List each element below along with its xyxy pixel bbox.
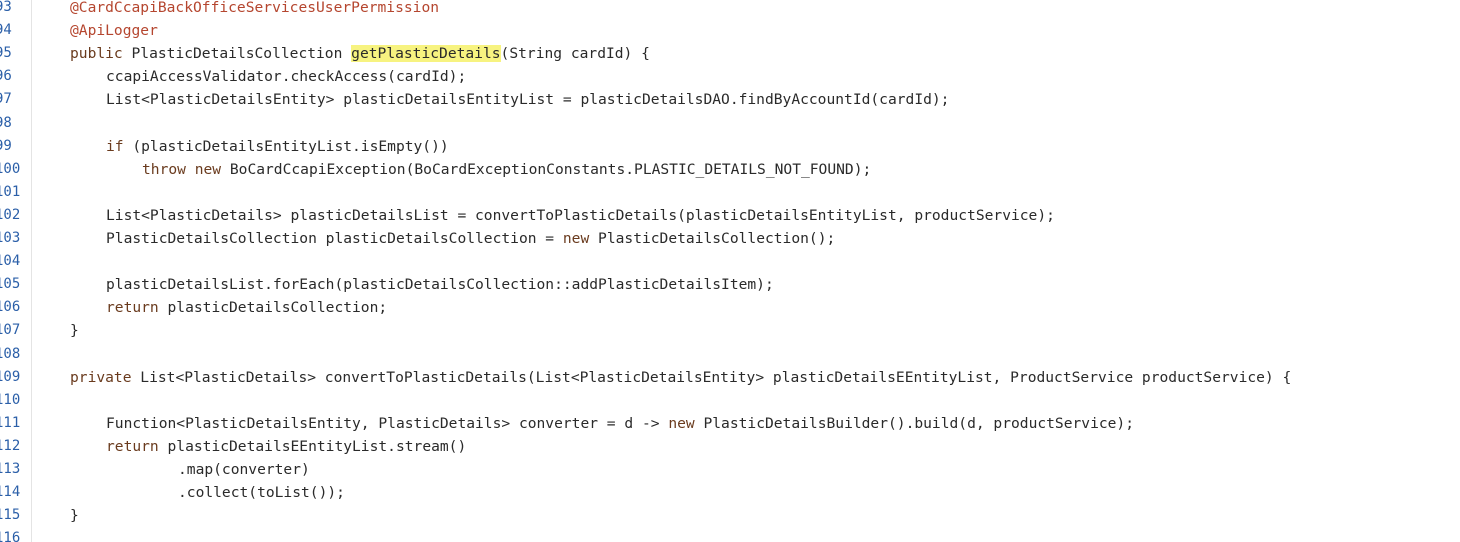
line-number-text: 106 — [0, 299, 21, 316]
code-line[interactable]: plasticDetailsList.forEach(plasticDetail… — [106, 273, 774, 296]
code-token: plasticDetailsCollection; — [167, 299, 388, 317]
line-number: 102 — [0, 204, 31, 227]
line-number: 99 — [0, 135, 31, 158]
code-token: new — [562, 230, 599, 247]
line-number: 95 — [0, 42, 31, 65]
code-line[interactable]: .collect(toList()); — [178, 481, 345, 504]
line-number-text: 116 — [0, 530, 21, 542]
code-token: new — [668, 414, 704, 432]
code-line[interactable]: return plasticDetailsCollection; — [106, 296, 387, 319]
line-number: 101 — [0, 181, 31, 204]
code-editor[interactable]: 93 94 95 96 97 98 99 100 101 102 103 104 105 106 107 10… — [0, 0, 1460, 542]
line-number-text: 103 — [0, 230, 21, 246]
line-number-text: 115 — [0, 507, 21, 524]
line-number: 104 — [0, 250, 31, 273]
code-line[interactable]: @CardCcapiBackOfficeServicesUserPermissi… — [70, 0, 439, 19]
code-token: return — [106, 299, 168, 317]
line-number: 94 — [0, 19, 31, 42]
code-token: (plasticDetailsEntityList.isEmpty()) — [132, 137, 449, 155]
code-token: throw new — [142, 160, 230, 178]
code-token: List<PlasticDetails> convertToPlasticDet… — [140, 368, 1292, 386]
line-number: 116 — [0, 527, 31, 542]
code-token: ccapiAccessValidator.checkAccess(cardId)… — [106, 68, 467, 86]
code-token: plasticDetailsList.forEach(plasticDetail… — [106, 276, 774, 294]
code-line[interactable]: ccapiAccessValidator.checkAccess(cardId)… — [106, 65, 466, 88]
line-number-text: 107 — [0, 322, 21, 339]
line-number: 114 — [0, 481, 31, 504]
line-number-text: 99 — [0, 137, 12, 154]
code-token: .collect(toList()); — [178, 484, 345, 502]
line-number: 112 — [0, 435, 31, 458]
code-token: PlasticDetailsBuilder().build(d, product… — [703, 414, 1135, 432]
line-number-text: 111 — [0, 414, 21, 431]
line-number-gutter: 93 94 95 96 97 98 99 100 101 102 103 104 105 106 107 10… — [0, 0, 32, 542]
code-token: private — [70, 368, 141, 386]
line-number-text: 101 — [0, 183, 21, 200]
line-number: 109 — [0, 366, 31, 389]
code-area[interactable]: @CardCcapiBackOfficeServicesUserPermissi… — [40, 0, 1450, 542]
code-token: PlasticDetailsCollection — [131, 45, 352, 63]
line-number: 97 — [0, 88, 31, 111]
line-number-text: 94 — [0, 22, 12, 39]
code-token: Function<PlasticDetailsEntity, PlasticDe… — [106, 414, 669, 432]
line-number-text: 97 — [0, 91, 12, 108]
code-line[interactable]: } — [70, 319, 79, 342]
code-line[interactable]: private List<PlasticDetails> convertToPl… — [70, 366, 1291, 389]
line-number: 110 — [0, 389, 31, 412]
line-number-text: 108 — [0, 345, 21, 362]
line-number: 108 — [0, 343, 31, 366]
line-number-text: 100 — [0, 160, 21, 177]
line-number: 98 — [0, 112, 31, 135]
line-number-text: 102 — [0, 206, 21, 223]
code-token: BoCardCcapiException(BoCardExceptionCons… — [229, 160, 872, 178]
line-number-text: 98 — [0, 114, 12, 131]
line-number-text: 96 — [0, 68, 12, 85]
code-line[interactable]: List<PlasticDetails> plasticDetailsList … — [106, 204, 1055, 227]
code-token: } — [70, 322, 79, 340]
code-token: if — [106, 137, 133, 155]
code-token: plasticDetailsEEntityList.stream() — [167, 437, 467, 455]
line-number: 93 — [0, 0, 31, 19]
line-number-text: 110 — [0, 391, 21, 408]
code-token: @ApiLogger — [70, 22, 158, 40]
line-number: 111 — [0, 412, 31, 435]
code-token: @CardCcapiBackOfficeServicesUserPermissi… — [70, 0, 440, 16]
line-number-text: 95 — [0, 45, 12, 62]
code-line[interactable]: if (plasticDetailsEntityList.isEmpty()) — [106, 135, 449, 158]
line-number: 105 — [0, 273, 31, 296]
line-number: 113 — [0, 458, 31, 481]
line-number-text: 105 — [0, 276, 21, 293]
code-token: (String cardId) { — [500, 45, 650, 63]
code-token: PlasticDetailsCollection plasticDetailsC… — [106, 230, 563, 247]
code-line[interactable]: } — [70, 504, 79, 527]
line-number: 106 — [0, 296, 31, 319]
code-token: List<PlasticDetails> plasticDetailsList … — [106, 206, 1055, 224]
line-number: 107 — [0, 319, 31, 342]
line-number-text: 114 — [0, 484, 21, 501]
line-number-text: 113 — [0, 461, 21, 477]
code-token: List<PlasticDetailsEntity> plasticDetail… — [106, 91, 950, 109]
code-line[interactable]: .map(converter) — [178, 458, 310, 481]
line-number-text: 112 — [0, 437, 21, 454]
code-token: .map(converter) — [178, 461, 310, 478]
highlighted-token: getPlasticDetails — [351, 45, 501, 63]
code-token: } — [70, 507, 79, 525]
line-number-text: 93 — [0, 0, 12, 15]
code-token: public — [70, 45, 132, 63]
code-line[interactable]: PlasticDetailsCollection plasticDetailsC… — [106, 227, 835, 250]
line-number: 115 — [0, 504, 31, 527]
code-token: PlasticDetailsCollection(); — [598, 230, 836, 247]
code-line[interactable]: @ApiLogger — [70, 19, 158, 42]
code-line[interactable]: List<PlasticDetailsEntity> plasticDetail… — [106, 88, 949, 111]
code-line[interactable]: public PlasticDetailsCollection getPlast… — [70, 42, 650, 65]
code-line[interactable]: Function<PlasticDetailsEntity, PlasticDe… — [106, 412, 1134, 435]
line-number-text: 104 — [0, 253, 21, 270]
line-number: 96 — [0, 65, 31, 88]
code-line[interactable]: return plasticDetailsEEntityList.stream(… — [106, 435, 466, 458]
line-number: 103 — [0, 227, 31, 250]
line-number-text: 109 — [0, 368, 21, 385]
line-number: 100 — [0, 158, 31, 181]
code-line[interactable]: throw new BoCardCcapiException(BoCardExc… — [142, 158, 871, 181]
code-token: return — [106, 437, 168, 455]
